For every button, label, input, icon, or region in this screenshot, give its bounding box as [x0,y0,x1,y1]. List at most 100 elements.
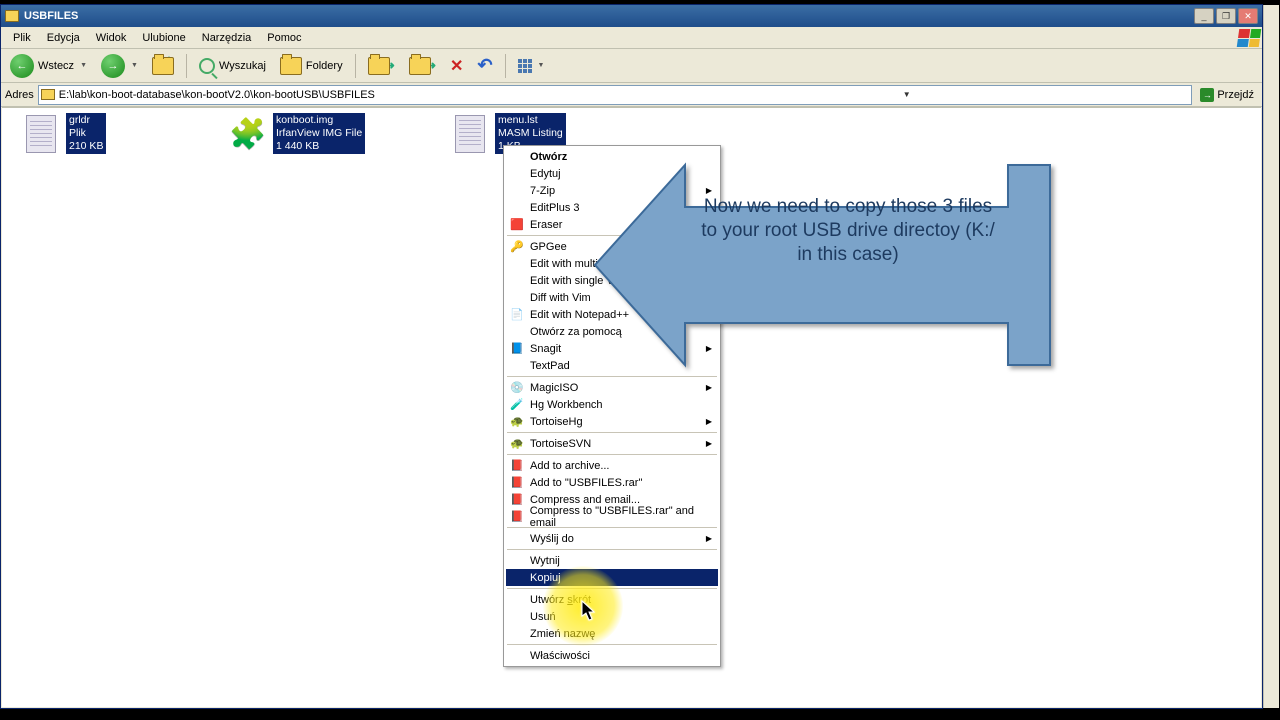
context-menu-label: TortoiseHg [530,416,583,428]
blank-icon [510,257,524,271]
menu-narzedzia[interactable]: Narzędzia [194,29,260,47]
blank-icon [510,571,524,585]
minimize-button[interactable]: _ [1194,8,1214,24]
snag-icon: 📘 [510,342,524,356]
chevron-down-icon[interactable]: ▼ [624,90,1189,99]
npp-icon: 📄 [510,308,524,322]
context-menu-item[interactable]: Kopiuj [506,569,718,586]
context-menu-label: Kopiuj [530,572,561,584]
undo-button[interactable]: ↶ [472,53,497,79]
context-menu-item[interactable]: 🐢TortoiseSVN▶ [506,435,718,452]
context-menu-item[interactable]: 🧪Hg Workbench [506,396,718,413]
go-button[interactable]: → Przejdź [1196,88,1258,102]
context-menu-label: Eraser [530,219,562,231]
context-menu-item[interactable]: Utwórz skrót [506,591,718,608]
menu-ulubione[interactable]: Ulubione [134,29,193,47]
context-menu-item[interactable]: 📕Add to "USBFILES.rar" [506,474,718,491]
file-item[interactable]: grldr Plik 210 KB [20,113,215,159]
submenu-arrow-icon: ▶ [706,417,712,426]
address-label: Adres [5,89,34,101]
separator [186,54,187,78]
rar-icon: 📕 [510,510,524,524]
context-menu-label: Diff with Vim [530,292,591,304]
blank-icon [510,649,524,663]
chevron-down-icon[interactable]: ▼ [538,62,545,69]
blank-icon [510,593,524,607]
hg-icon: 🧪 [510,398,524,412]
context-menu-label: Compress to "USBFILES.rar" and email [530,505,700,529]
context-menu-item[interactable]: 📕Add to archive... [506,457,718,474]
context-menu-label: 7-Zip [530,185,555,197]
search-button[interactable]: Wyszukaj [194,53,271,79]
go-icon: → [1200,88,1214,102]
address-bar: Adres E:\lab\kon-boot-database\kon-bootV… [1,83,1262,107]
blank-icon [510,184,524,198]
context-menu-label: TextPad [530,360,570,372]
context-menu-item[interactable]: Wyślij do ▶ [506,530,718,547]
separator [355,54,356,78]
key-icon: 🔑 [510,240,524,254]
instruction-callout: Now we need to copy those 3 files to you… [590,147,1055,385]
context-menu-label: Wytnij [530,555,560,567]
move-to-button[interactable]: ➜ [363,53,400,79]
file-info: konboot.img IrfanView IMG File 1 440 KB [273,113,365,154]
chevron-down-icon[interactable]: ▼ [80,62,87,69]
menu-pomoc[interactable]: Pomoc [259,29,309,47]
forward-icon: → [101,54,125,78]
blank-icon [510,610,524,624]
title-bar: USBFILES _ ❐ ✕ [1,5,1262,27]
context-menu-item[interactable]: Właściwości [506,647,718,664]
address-path: E:\lab\kon-boot-database\kon-bootV2.0\ko… [59,89,624,101]
up-button[interactable] [147,53,179,79]
restore-button[interactable]: ❐ [1216,8,1236,24]
file-info: grldr Plik 210 KB [66,113,106,154]
context-menu-label: Wyślij do [530,533,574,545]
context-menu-item[interactable]: 🐢 TortoiseHg ▶ [506,413,718,430]
context-menu-label: Usuń [530,611,556,623]
rar-icon: 📕 [510,493,524,507]
context-menu-item[interactable]: Wytnij [506,552,718,569]
folder-icon [152,57,174,75]
blank-icon [510,359,524,373]
windows-logo-icon [1237,29,1262,47]
toolbar: ← Wstecz ▼ → ▼ Wyszukaj Foldery ➜ ➜ [1,49,1262,83]
context-menu-item[interactable]: 📕Compress to "USBFILES.rar" and email [506,508,718,525]
submenu-arrow-icon: ▶ [706,534,712,543]
blank-icon [510,532,524,546]
file-item[interactable]: 🧩 konboot.img IrfanView IMG File 1 440 K… [227,113,422,159]
eraser-icon: 🟥 [510,218,524,232]
copy-to-button[interactable]: ➜ [404,53,441,79]
folder-icon [409,57,431,75]
folder-icon [5,10,19,22]
context-menu-label: Snagit [530,343,561,355]
chevron-down-icon[interactable]: ▼ [131,62,138,69]
context-menu-label: Utwórz skrót [530,594,591,606]
address-input[interactable]: E:\lab\kon-boot-database\kon-bootV2.0\ko… [38,85,1193,105]
menu-edycja[interactable]: Edycja [39,29,88,47]
go-label: Przejdź [1217,89,1254,101]
disc-icon: 💿 [510,381,524,395]
blank-icon [510,325,524,339]
menu-plik[interactable]: Plik [5,29,39,47]
context-menu-item[interactable]: Zmień nazwę [506,625,718,642]
scrollbar-placeholder [1263,5,1279,708]
file-icon [20,113,62,155]
blank-icon [510,554,524,568]
context-menu-label: Otwórz [530,151,567,163]
context-menu-item[interactable]: Usuń [506,608,718,625]
menu-widok[interactable]: Widok [88,29,135,47]
search-icon [199,58,215,74]
delete-button[interactable]: ✕ [445,53,468,79]
rar-icon: 📕 [510,476,524,490]
back-icon: ← [10,54,34,78]
file-icon [449,113,491,155]
forward-button[interactable]: → ▼ [96,53,143,79]
submenu-arrow-icon: ▶ [706,439,712,448]
rar-icon: 📕 [510,459,524,473]
folders-button[interactable]: Foldery [275,53,348,79]
close-button[interactable]: ✕ [1238,8,1258,24]
back-button[interactable]: ← Wstecz ▼ [5,53,92,79]
thg-icon: 🐢 [510,415,524,429]
views-button[interactable]: ▼ [513,53,550,79]
file-icon: 🧩 [227,113,269,155]
